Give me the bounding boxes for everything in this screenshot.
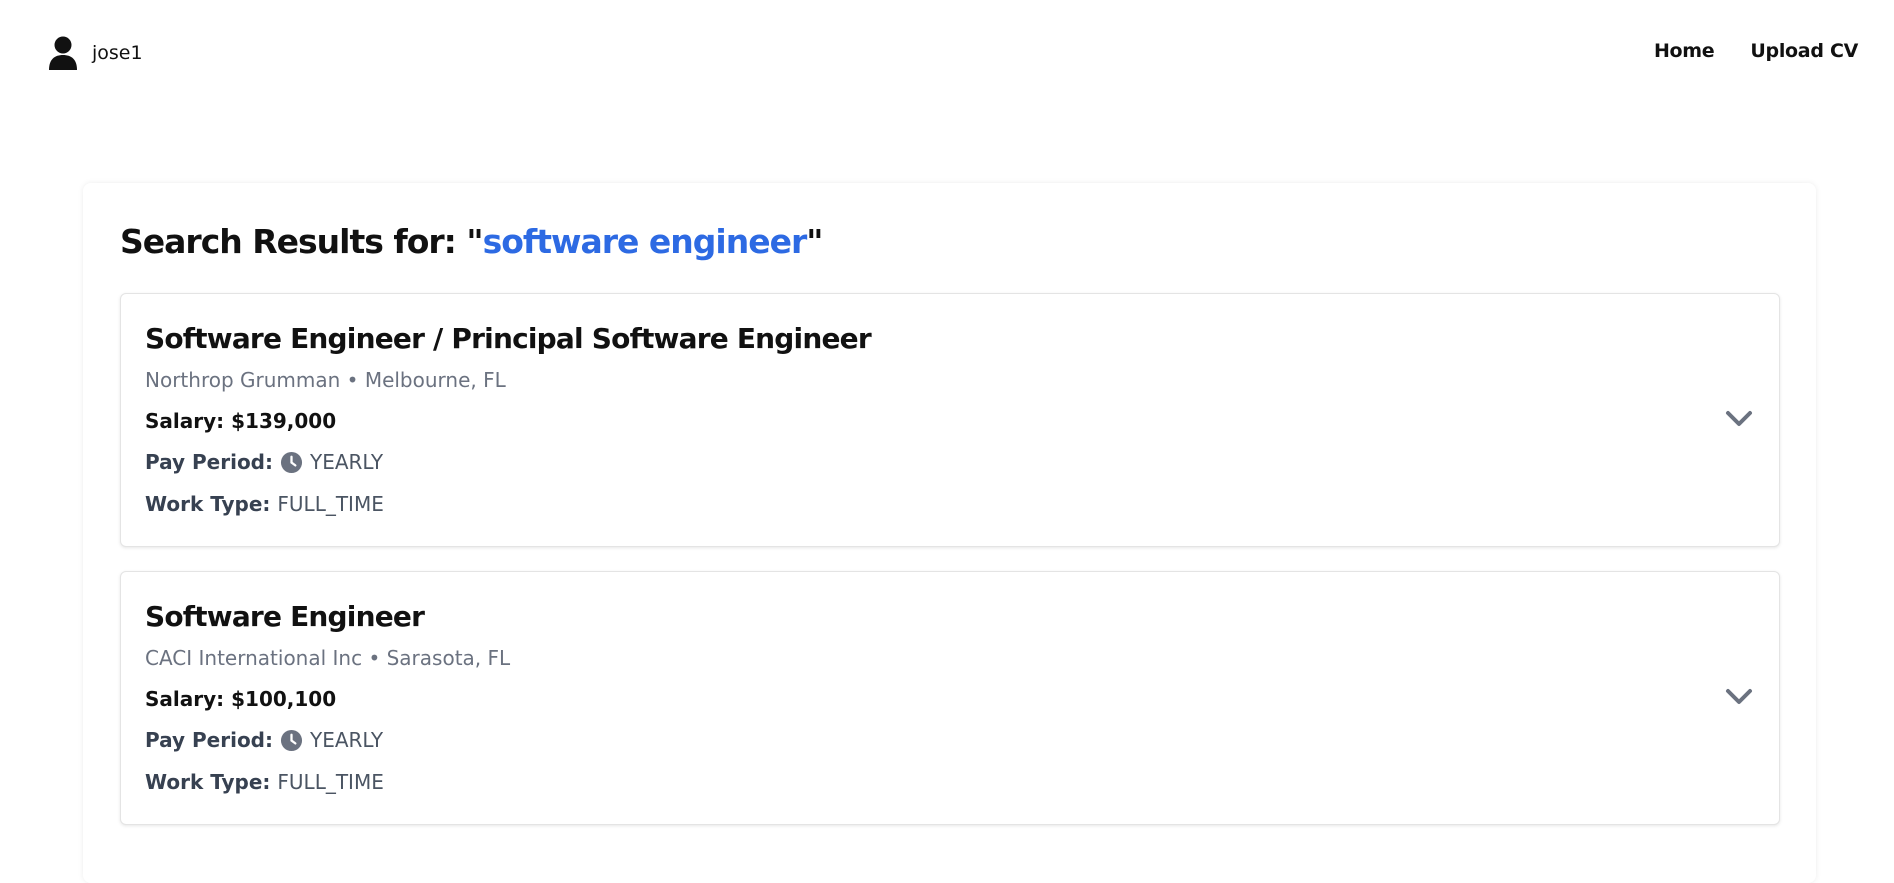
heading-prefix: Search Results for: " — [120, 222, 484, 261]
nav-home-link[interactable]: Home — [1654, 40, 1715, 62]
pay-period-value: YEARLY — [310, 450, 384, 474]
heading-suffix: " — [806, 222, 823, 261]
job-salary: Salary: $139,000 — [145, 409, 337, 433]
clock-icon — [280, 729, 303, 751]
top-navigation-bar: jose1 Home Upload CV — [0, 0, 1894, 110]
job-title: Software Engineer — [145, 600, 425, 633]
pay-period-row: Pay Period: YEARLY — [145, 450, 383, 474]
username-label: jose1 — [92, 42, 143, 64]
job-card[interactable]: Software Engineer / Principal Software E… — [120, 293, 1780, 547]
chevron-down-icon[interactable] — [1725, 410, 1753, 428]
job-company-location: CACI International Inc • Sarasota, FL — [145, 646, 511, 670]
job-title: Software Engineer / Principal Software E… — [145, 322, 872, 355]
pay-period-row: Pay Period: YEARLY — [145, 728, 383, 752]
job-card[interactable]: Software Engineer CACI International Inc… — [120, 571, 1780, 825]
work-type-label: Work Type: — [145, 770, 271, 794]
work-type-value: FULL_TIME — [277, 492, 384, 516]
user-icon — [49, 36, 77, 70]
pay-period-label: Pay Period: — [145, 728, 273, 752]
pay-period-label: Pay Period: — [145, 450, 273, 474]
work-type-value: FULL_TIME — [277, 770, 384, 794]
clock-icon — [280, 451, 303, 473]
search-results-heading: Search Results for: "software engineer" — [120, 222, 823, 261]
pay-period-value: YEARLY — [310, 728, 384, 752]
work-type-label: Work Type: — [145, 492, 271, 516]
job-salary: Salary: $100,100 — [145, 687, 337, 711]
work-type-row: Work Type: FULL_TIME — [145, 492, 384, 516]
main-nav: Home Upload CV — [1654, 40, 1858, 62]
nav-upload-cv-link[interactable]: Upload CV — [1750, 40, 1858, 62]
search-query: software engineer — [482, 222, 808, 261]
chevron-down-icon[interactable] — [1725, 688, 1753, 706]
work-type-row: Work Type: FULL_TIME — [145, 770, 384, 794]
search-results-panel: Search Results for: "software engineer" … — [83, 183, 1816, 883]
job-company-location: Northrop Grumman • Melbourne, FL — [145, 368, 506, 392]
user-profile[interactable]: jose1 — [48, 36, 143, 70]
